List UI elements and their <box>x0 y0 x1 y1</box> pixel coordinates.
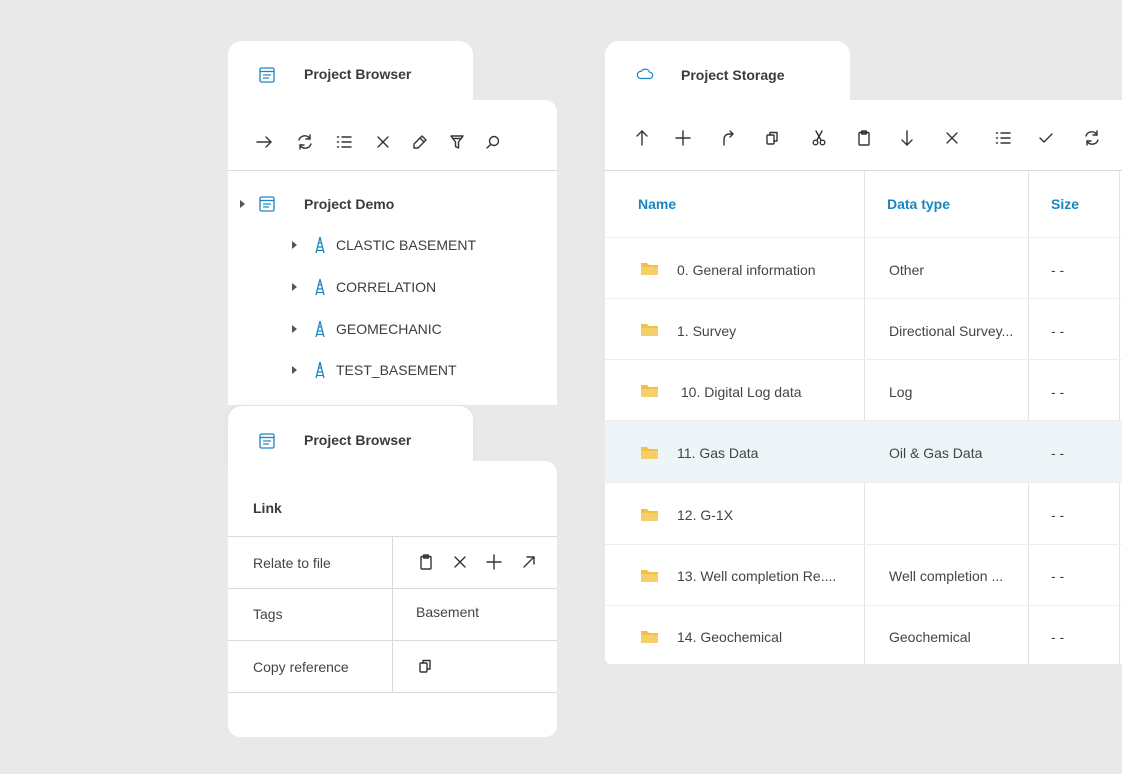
clipboard-icon[interactable] <box>853 127 875 149</box>
copy-icon[interactable] <box>414 655 436 677</box>
list-icon[interactable] <box>992 127 1014 149</box>
tree-item-label: TEST_BASEMENT <box>336 362 457 378</box>
close-icon[interactable] <box>372 131 394 153</box>
table-row[interactable]: 14. Geochemical Geochemical - - <box>605 606 1122 664</box>
redo-icon[interactable] <box>717 127 739 149</box>
row-size: - - <box>1051 384 1065 400</box>
folder-icon <box>641 509 658 521</box>
column-header-size[interactable]: Size <box>1051 196 1079 212</box>
tree-item-label: GEOMECHANIC <box>336 321 442 337</box>
check-icon[interactable] <box>1035 127 1057 149</box>
tree-item[interactable]: TEST_BASEMENT <box>292 356 457 384</box>
row-size: - - <box>1051 323 1065 339</box>
panel-title: Project Browser <box>304 432 412 448</box>
panel-title: Project Browser <box>304 66 412 82</box>
tree-item-label: CLASTIC BASEMENT <box>336 237 477 253</box>
relate-to-file-label: Relate to file <box>253 555 331 571</box>
well-rig-icon <box>315 320 325 338</box>
clipboard-icon[interactable] <box>415 551 437 573</box>
row-size: - - <box>1051 568 1065 584</box>
panel-title: Project Storage <box>681 67 785 83</box>
row-name: 12. G-1X <box>677 507 734 523</box>
tree-root[interactable]: Project Demo <box>240 190 394 218</box>
tree-item[interactable]: CLASTIC BASEMENT <box>292 231 476 259</box>
folder-icon <box>641 631 658 643</box>
table-row[interactable]: 1. Survey Directional Survey... - - <box>605 299 1122 360</box>
refresh-icon[interactable] <box>294 131 316 153</box>
row-type: Well completion ... <box>889 568 1004 584</box>
divider <box>228 692 557 693</box>
row-size: - - <box>1051 507 1065 523</box>
copy-icon[interactable] <box>761 127 783 149</box>
add-icon[interactable] <box>483 551 505 573</box>
folder-icon <box>641 385 658 397</box>
well-rig-icon <box>315 361 325 379</box>
table-row[interactable]: 13. Well completion Re.... Well completi… <box>605 545 1122 606</box>
tree-item-label: CORRELATION <box>336 279 437 295</box>
row-name: 13. Well completion Re.... <box>677 568 837 584</box>
arrow-down-icon[interactable] <box>896 127 918 149</box>
document-icon <box>259 196 275 212</box>
arrow-right-icon[interactable] <box>253 131 275 153</box>
row-size: - - <box>1051 262 1065 278</box>
folder-icon <box>641 570 658 582</box>
caret-right-icon[interactable] <box>292 241 297 249</box>
caret-right-icon[interactable] <box>240 200 245 208</box>
tags-value[interactable]: Basement <box>416 604 479 620</box>
row-name: 14. Geochemical <box>677 629 783 645</box>
eraser-icon[interactable] <box>409 131 431 153</box>
table-row[interactable]: 12. G-1X - - <box>605 483 1122 544</box>
row-type: Other <box>889 262 925 278</box>
folder-icon <box>641 447 658 459</box>
column-header-data-type[interactable]: Data type <box>887 196 950 212</box>
filter-icon[interactable] <box>446 131 468 153</box>
row-size: - - <box>1051 629 1065 645</box>
cloud-icon <box>636 68 654 80</box>
row-size: - - <box>1051 445 1065 461</box>
section-title: Link <box>253 500 282 516</box>
copy-reference-label: Copy reference <box>253 659 349 675</box>
row-type: Directional Survey... <box>889 323 1014 339</box>
caret-right-icon[interactable] <box>292 366 297 374</box>
row-type: Log <box>889 384 913 400</box>
folder-icon <box>641 324 658 336</box>
table-row-selected[interactable]: 11. Gas Data Oil & Gas Data - - <box>605 421 1122 482</box>
tree-root-label: Project Demo <box>304 196 395 212</box>
column-divider <box>392 536 393 692</box>
tags-label: Tags <box>253 606 283 622</box>
row-type: Oil & Gas Data <box>889 445 983 461</box>
row-name: 10. Digital Log data <box>677 384 802 400</box>
table-row[interactable]: 0. General information Other - - <box>605 238 1122 299</box>
tree-item[interactable]: GEOMECHANIC <box>292 315 442 343</box>
well-rig-icon <box>315 236 325 254</box>
close-icon[interactable] <box>449 551 471 573</box>
column-header-name[interactable]: Name <box>638 196 676 212</box>
cut-icon[interactable] <box>808 127 830 149</box>
arrow-up-icon[interactable] <box>631 127 653 149</box>
document-icon <box>259 67 275 83</box>
document-icon <box>259 433 275 449</box>
folder-icon <box>641 263 658 275</box>
caret-right-icon[interactable] <box>292 283 297 291</box>
row-type: Geochemical <box>889 629 971 645</box>
well-rig-icon <box>315 278 325 296</box>
refresh-icon[interactable] <box>1081 127 1103 149</box>
search-icon[interactable] <box>482 131 504 153</box>
tree-item[interactable]: CORRELATION <box>292 273 436 301</box>
caret-right-icon[interactable] <box>292 325 297 333</box>
add-icon[interactable] <box>672 127 694 149</box>
table-row[interactable]: 10. Digital Log data Log - - <box>605 360 1122 421</box>
row-name: 1. Survey <box>677 323 737 339</box>
close-icon[interactable] <box>941 127 963 149</box>
external-link-icon[interactable] <box>518 551 540 573</box>
row-name: 0. General information <box>677 262 816 278</box>
list-icon[interactable] <box>333 131 355 153</box>
row-name: 11. Gas Data <box>677 445 759 461</box>
divider <box>228 170 557 171</box>
